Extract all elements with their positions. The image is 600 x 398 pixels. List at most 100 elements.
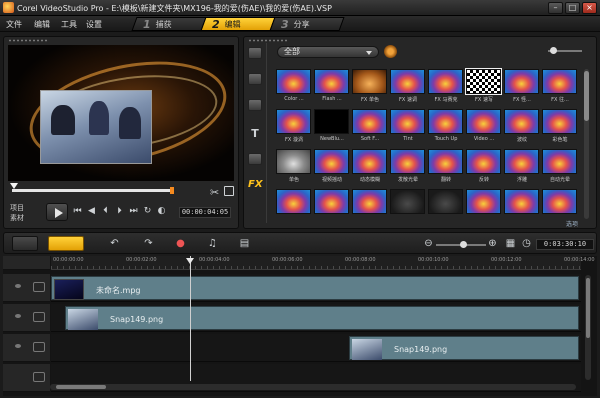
track-visibility-icon[interactable] <box>15 344 21 348</box>
menu-settings[interactable]: 设置 <box>86 19 102 30</box>
text-title-icon[interactable]: T <box>248 127 262 140</box>
menu-file[interactable]: 文件 <box>6 19 22 30</box>
scrub-bar[interactable] <box>12 189 174 192</box>
transition-library-icon[interactable] <box>248 73 262 85</box>
auto-music-icon[interactable]: ▤ <box>238 238 251 250</box>
library-thumbnail[interactable] <box>276 189 311 214</box>
mode-project-label[interactable]: 项目 <box>10 203 24 213</box>
thumbnail-size-knob[interactable] <box>550 47 557 54</box>
trim-end-marker[interactable] <box>170 187 174 194</box>
maximize-button[interactable]: □ <box>565 2 580 14</box>
timeline-horizontal-scrollbar[interactable] <box>50 384 576 390</box>
library-thumbnail[interactable] <box>542 189 577 214</box>
library-thumbnail[interactable] <box>465 68 502 95</box>
library-thumbnail[interactable] <box>352 109 387 134</box>
step-tab-capture[interactable]: 1 捕获 <box>131 17 207 31</box>
panel-grip[interactable] <box>8 39 48 42</box>
library-category-dropdown[interactable]: 全部 <box>277 46 379 58</box>
close-button[interactable]: × <box>582 2 597 14</box>
undo-icon[interactable]: ↶ <box>108 238 121 250</box>
end-icon[interactable]: ⏭ <box>128 206 139 217</box>
timeline-ruler[interactable]: 00:00:00:00 00:00:02:00 00:00:04:00 00:00:0… <box>51 256 595 270</box>
library-thumbnail[interactable] <box>466 149 501 174</box>
library-thumbnail[interactable] <box>428 109 463 134</box>
library-thumbnail-label: FX 怪... <box>513 97 531 103</box>
preview-timecode[interactable]: 00:00:04:05 <box>179 207 231 218</box>
options-button[interactable]: 选项 <box>549 219 595 228</box>
library-thumbnail[interactable] <box>504 109 539 134</box>
home-icon[interactable]: ⏮ <box>72 206 83 217</box>
graphic-library-icon[interactable] <box>248 153 262 165</box>
scissors-icon[interactable]: ✂ <box>210 186 219 199</box>
library-thumbnail[interactable] <box>428 69 463 94</box>
library-thumbnail[interactable] <box>314 149 349 174</box>
library-thumbnail[interactable] <box>390 109 425 134</box>
track-visibility-icon[interactable] <box>15 284 21 288</box>
record-capture-icon[interactable]: ● <box>174 238 187 250</box>
timeline-horizontal-thumb[interactable] <box>56 385 106 389</box>
library-thumbnail[interactable] <box>428 149 463 174</box>
library-thumbnail[interactable] <box>352 189 387 214</box>
library-thumbnail[interactable] <box>504 69 539 94</box>
fx-filter-icon[interactable]: FX <box>248 179 263 191</box>
menu-edit[interactable]: 编辑 <box>34 19 50 30</box>
library-thumbnail[interactable] <box>314 189 349 214</box>
library-thumbnail[interactable] <box>466 189 501 214</box>
library-thumbnail[interactable] <box>276 69 311 94</box>
storyboard-view-button[interactable] <box>12 236 38 251</box>
media-library-icon[interactable] <box>248 47 262 59</box>
repeat-icon[interactable]: ↻ <box>142 206 153 217</box>
play-button[interactable] <box>46 203 68 221</box>
library-thumbnail[interactable] <box>276 109 311 134</box>
step-tab-share[interactable]: 3 分享 <box>269 17 345 31</box>
video-clip[interactable]: 未命名.mpg <box>51 276 579 300</box>
library-thumbnail[interactable] <box>390 69 425 94</box>
zoom-in-icon[interactable]: ⊕ <box>486 238 499 250</box>
overlay-clip[interactable]: Snap149.png <box>349 336 579 360</box>
library-thumbnail[interactable] <box>542 69 577 94</box>
minimize-button[interactable]: – <box>548 2 563 14</box>
step-back-icon[interactable]: ⏴ <box>100 206 111 217</box>
title-library-icon[interactable] <box>248 99 262 111</box>
overlay-track-1-header[interactable] <box>3 304 50 332</box>
library-thumbnail[interactable] <box>504 189 539 214</box>
video-track-header[interactable] <box>3 274 50 302</box>
fit-project-icon[interactable]: ▦ <box>504 238 517 250</box>
playhead-handle[interactable] <box>186 258 194 264</box>
zoom-out-icon[interactable]: ⊖ <box>422 238 435 250</box>
redo-icon[interactable]: ↷ <box>142 238 155 250</box>
step-forward-icon[interactable]: ⏵ <box>114 206 125 217</box>
zoom-slider-knob[interactable] <box>460 241 467 248</box>
library-scroll-thumb[interactable] <box>584 71 589 121</box>
library-thumbnail[interactable] <box>352 69 387 94</box>
mode-clip-label[interactable]: 素材 <box>10 213 24 223</box>
library-thumbnail[interactable] <box>504 149 539 174</box>
library-thumbnail[interactable] <box>390 149 425 174</box>
library-manager-icon[interactable] <box>384 45 397 58</box>
library-thumbnail[interactable] <box>542 109 577 134</box>
enlarge-preview-icon[interactable] <box>224 186 234 196</box>
audio-mixer-icon[interactable]: ♫ <box>206 238 219 250</box>
overlay-track-2-header[interactable] <box>3 334 50 362</box>
library-thumbnail[interactable] <box>314 109 349 134</box>
project-timecode[interactable]: 0:03:30:10 <box>536 239 594 250</box>
previous-frame-icon[interactable]: ◀ <box>86 206 97 217</box>
empty-track-header[interactable] <box>3 364 50 392</box>
library-thumbnail[interactable] <box>276 149 311 174</box>
library-thumbnail[interactable] <box>466 109 501 134</box>
timeline-view-button[interactable] <box>48 236 84 251</box>
step-tab-edit[interactable]: 2 编辑 <box>200 17 276 31</box>
overlay-clip[interactable]: Snap149.png <box>65 306 579 330</box>
library-thumbnail[interactable] <box>390 189 425 214</box>
track-visibility-icon[interactable] <box>15 314 21 318</box>
playhead[interactable] <box>190 256 191 381</box>
panel-grip[interactable] <box>248 39 288 42</box>
library-thumbnail[interactable] <box>542 149 577 174</box>
project-duration-icon[interactable]: ◷ <box>520 238 533 250</box>
library-thumbnail[interactable] <box>352 149 387 174</box>
library-thumbnail[interactable] <box>314 69 349 94</box>
menu-tools[interactable]: 工具 <box>61 19 77 30</box>
volume-icon[interactable]: ◐ <box>156 206 167 217</box>
timeline-vertical-thumb[interactable] <box>586 278 590 338</box>
library-thumbnail[interactable] <box>428 189 463 214</box>
